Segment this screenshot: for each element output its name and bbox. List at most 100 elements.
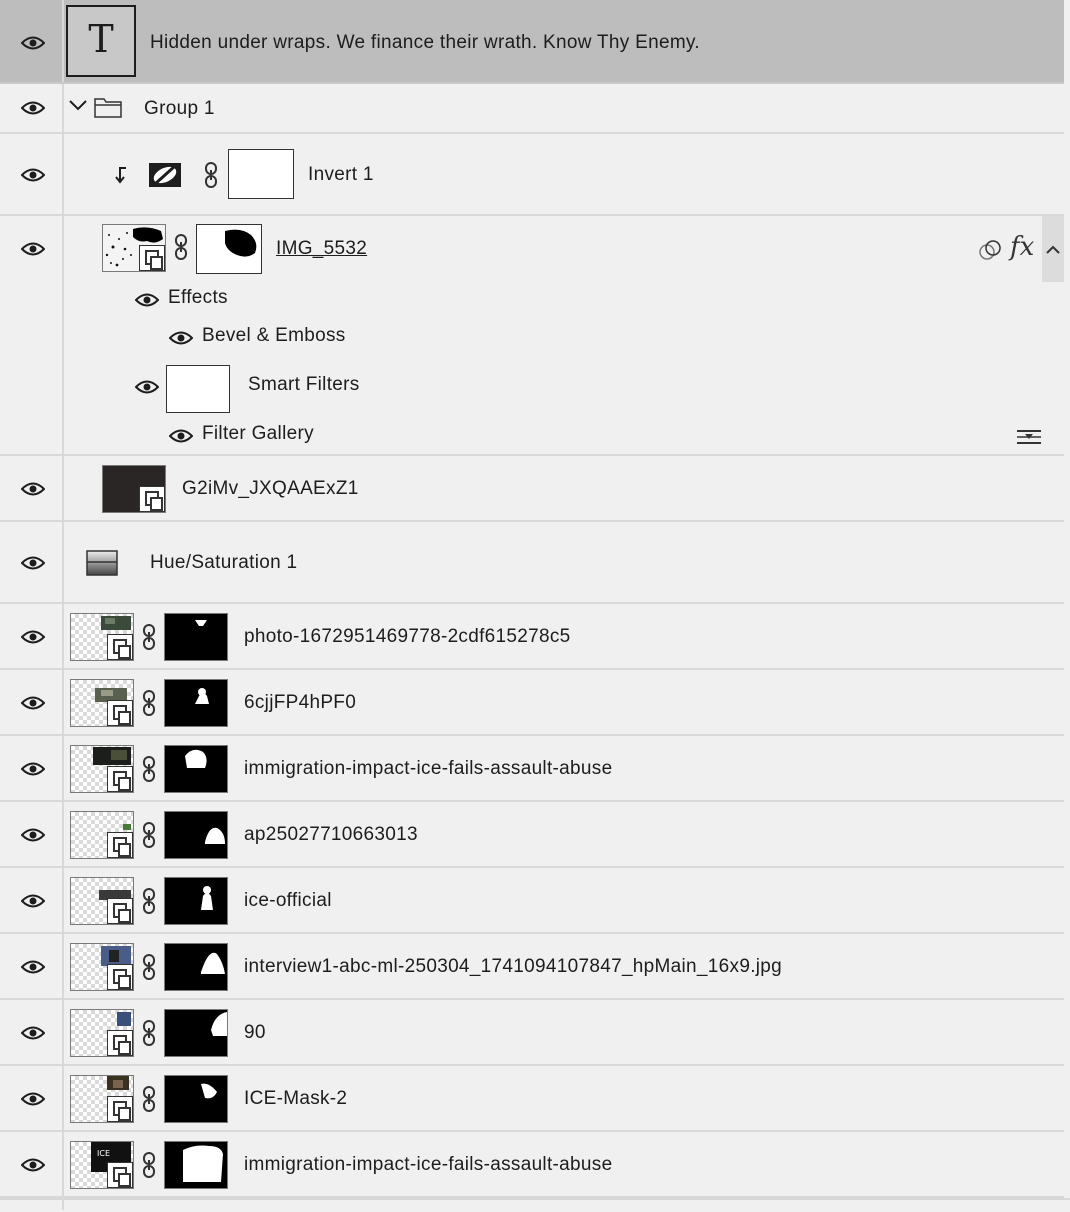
layer-name[interactable]: Group 1 [144,98,215,120]
invert-adjustment-icon[interactable] [148,162,182,193]
chain-link-icon[interactable] [142,954,155,980]
layer-mask-thumbnail[interactable] [164,1009,228,1057]
layer-row[interactable]: immigration-impact-ice-fails-assault-abu… [0,736,1064,802]
eye-icon[interactable] [21,894,45,908]
layer-name[interactable]: immigration-impact-ice-fails-assault-abu… [244,1154,612,1176]
layer-thumbnail[interactable] [70,613,134,661]
clipping-arrow-icon [114,166,128,189]
effects-collapse-toggle[interactable] [1042,216,1064,282]
chain-link-icon[interactable] [142,822,155,848]
layer-row-g2[interactable]: G2iMv_JXQAAExZ1 [0,456,1064,522]
layer-name[interactable]: 6cjjFP4hPF0 [244,692,356,714]
chain-link-icon[interactable] [142,690,155,716]
eye-icon[interactable] [21,630,45,644]
layers-panel: T Hidden under wraps. We finance their w… [0,0,1070,1212]
layer-name[interactable]: interview1-abc-ml-250304_1741094107847_h… [244,956,782,978]
layer-mask-thumbnail[interactable] [164,877,228,925]
layer-row-hue-saturation[interactable]: Hue/Saturation 1 [0,522,1064,604]
eye-icon[interactable] [21,556,45,570]
layer-name[interactable]: ICE-Mask-2 [244,1088,347,1110]
layer-thumbnail[interactable] [70,811,134,859]
layer-row-type[interactable]: T Hidden under wraps. We finance their w… [0,0,1064,84]
layer-row[interactable]: photo-1672951469778-2cdf615278c5 [0,604,1064,670]
chain-link-icon[interactable] [174,234,187,260]
layer-row[interactable]: ice-official [0,868,1064,934]
layer-name[interactable]: IMG_5532 [276,238,367,260]
eye-icon[interactable] [21,828,45,842]
eye-icon[interactable] [21,1158,45,1172]
layer-row-group[interactable]: Group 1 [0,84,1064,134]
layer-name[interactable]: 90 [244,1022,266,1044]
layer-name[interactable]: photo-1672951469778-2cdf615278c5 [244,626,571,648]
visibility-column [0,868,64,932]
layer-mask-thumbnail[interactable] [164,811,228,859]
layer-name[interactable]: Hidden under wraps. We finance their wra… [150,32,700,54]
layer-row-invert[interactable]: Invert 1 [0,134,1064,216]
layer-name[interactable]: ice-official [244,890,332,912]
smart-filters-label[interactable]: Smart Filters [248,374,360,396]
eye-icon[interactable] [21,36,45,50]
visibility-column [0,934,64,998]
type-layer-thumbnail[interactable]: T [66,5,136,77]
layer-thumbnail[interactable] [70,877,134,925]
layer-mask-thumbnail[interactable] [164,943,228,991]
layer-mask-thumbnail[interactable] [164,1075,228,1123]
smart-object-badge-icon [139,245,165,271]
layer-mask-thumbnail[interactable] [164,745,228,793]
layer-thumbnail[interactable] [102,465,166,513]
eye-icon[interactable] [21,482,45,496]
layer-thumbnail[interactable]: ICE [70,1141,134,1189]
layer-name[interactable]: G2iMv_JXQAAExZ1 [182,478,359,500]
smart-object-badge-icon [107,898,133,924]
layer-name[interactable]: ap25027710663013 [244,824,418,846]
effects-label[interactable]: Effects [168,287,228,309]
layer-row[interactable]: 90 [0,1000,1064,1066]
eye-icon[interactable] [21,168,45,182]
layer-row[interactable]: 6cjjFP4hPF0 [0,670,1064,736]
chain-link-icon[interactable] [142,1152,155,1178]
eye-icon[interactable] [21,101,45,115]
eye-icon[interactable] [169,331,193,345]
bevel-emboss-label[interactable]: Bevel & Emboss [202,325,346,347]
eye-icon[interactable] [169,429,193,443]
layer-thumbnail[interactable] [70,745,134,793]
layer-thumbnail[interactable] [70,1009,134,1057]
filter-options-icon[interactable] [1016,428,1042,451]
layer-thumbnail[interactable] [70,943,134,991]
eye-icon[interactable] [21,1092,45,1106]
chain-link-icon[interactable] [142,888,155,914]
layer-thumbnail[interactable] [102,224,166,272]
layer-row[interactable]: ICE-Mask-2 [0,1066,1064,1132]
layer-row[interactable]: ap25027710663013 [0,802,1064,868]
layer-row-img5532[interactable]: IMG_5532 fx Effects Bevel & Emboss Smart… [0,216,1064,456]
chain-link-icon[interactable] [142,1020,155,1046]
layer-thumbnail[interactable] [70,679,134,727]
layer-mask-thumbnail[interactable] [164,613,228,661]
layer-row[interactable]: interview1-abc-ml-250304_1741094107847_h… [0,934,1064,1000]
eye-icon[interactable] [21,1026,45,1040]
chain-link-icon[interactable] [142,1086,155,1112]
chain-link-icon[interactable] [142,756,155,782]
eye-icon[interactable] [21,960,45,974]
eye-icon[interactable] [135,293,159,307]
chevron-down-icon[interactable] [68,98,88,117]
layer-row[interactable]: ICE immigration-impact-ice-fails-assault-… [0,1132,1064,1198]
hue-saturation-icon[interactable] [86,550,118,581]
layer-mask-thumbnail[interactable] [196,224,262,274]
chain-link-icon[interactable] [142,624,155,650]
layer-name[interactable]: immigration-impact-ice-fails-assault-abu… [244,758,612,780]
eye-icon[interactable] [21,762,45,776]
layer-mask-thumbnail[interactable] [228,149,294,199]
layer-name[interactable]: Hue/Saturation 1 [150,552,297,574]
layer-thumbnail[interactable] [70,1075,134,1123]
eye-icon[interactable] [21,696,45,710]
eye-icon[interactable] [135,380,159,394]
layer-mask-thumbnail[interactable] [164,679,228,727]
smart-filter-mask-thumbnail[interactable] [166,365,230,413]
fx-icon[interactable]: fx [1010,232,1034,262]
chain-link-icon[interactable] [204,162,217,188]
layer-name[interactable]: Invert 1 [308,164,374,186]
layer-mask-thumbnail[interactable] [164,1141,228,1189]
filter-gallery-label[interactable]: Filter Gallery [202,423,314,445]
eye-icon[interactable] [21,242,45,256]
